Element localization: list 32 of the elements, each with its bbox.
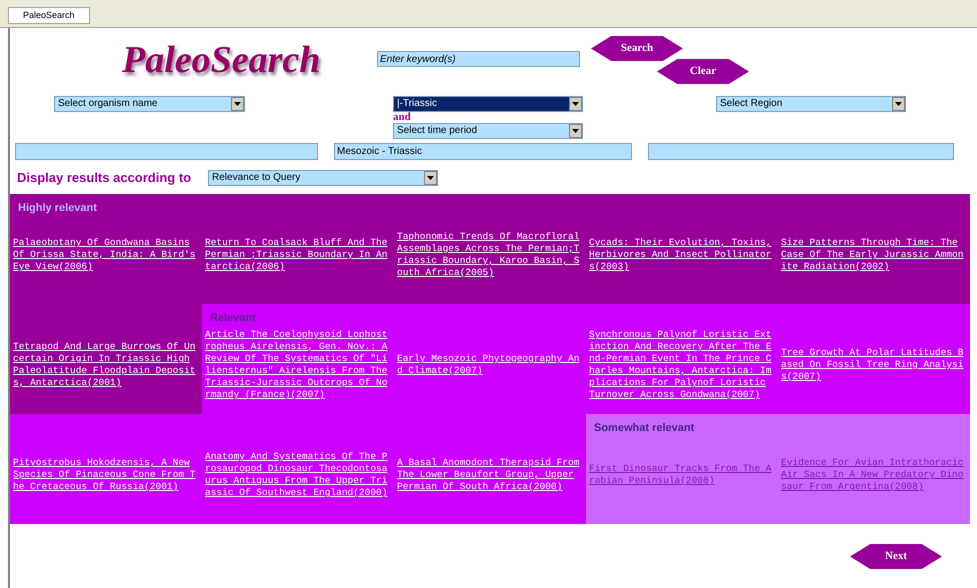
result-link[interactable]: Taphonomic Trends Of Macrofloral Assemblages Across The Permian;Triassic Boundary, Karoo Basin, South Africa(2005) xyxy=(397,231,583,279)
search-button[interactable]: Search xyxy=(591,36,683,61)
and-label: and xyxy=(393,112,412,123)
sort-label: Display results according to xyxy=(17,169,192,187)
result-link[interactable]: Early Mesozoic Phytogeography And Climate(2007) xyxy=(397,353,583,377)
relevance-heading: Highly relevant xyxy=(17,200,97,216)
result-link[interactable]: Pityostrobus Hokodzensis, A New Species Of Pinaceous Cone From The Cretaceous Of Russia(2001) xyxy=(13,457,199,493)
keyword-field[interactable]: Enter keyword(s) xyxy=(377,51,580,67)
result-link[interactable]: Cycads: Their Evolution, Toxins, Herbivores And Insect Pollinators(2003) xyxy=(589,237,775,273)
dropdown[interactable]: Select organism name xyxy=(54,96,245,112)
logo: PaleoSearch xyxy=(122,40,322,80)
text-field[interactable]: Mesozoic - Triassic xyxy=(334,143,632,160)
relevance-heading: Relevant xyxy=(209,310,256,326)
result-link[interactable]: Tree Growth At Polar Latitudes Based On Fossil Tree Ring Analysis(2007) xyxy=(781,347,967,383)
dropdown[interactable]: Select Region xyxy=(716,96,906,112)
result-link[interactable]: Tetrapod And Large Burrows Of Uncertain Origin In Triassic High Paleolatitude Floodplain Deposits, Antarctica(2001) xyxy=(13,341,199,389)
text-field[interactable] xyxy=(648,143,954,160)
result-link[interactable]: Article The Coelophysoid Lophostropheus Airelensis, Gen. Nov.: A Review Of The Systematics Of "Liliensternus" Airelensis From The Triassic-Jurassic Outcrops Of Normandy (France)(2007) xyxy=(205,329,391,401)
result-link[interactable]: Palaeobotany Of Gondwana Basins Of Orissa State, India: A Bird's Eye View(2006) xyxy=(13,237,199,273)
result-link[interactable]: A Basal Anomodont Therapsid From The Lower Beaufort Group, Upper Permian Of South Africa(2000) xyxy=(397,457,583,493)
text-field[interactable] xyxy=(15,143,318,160)
next-button[interactable]: Next xyxy=(850,544,942,569)
result-link[interactable]: Size Patterns Through Time: The Case Of The Early Jurassic Ammonite Radiation(2002) xyxy=(781,237,967,273)
dropdown[interactable]: Relevance to Query xyxy=(208,170,438,186)
tab[interactable]: PaleoSearch xyxy=(8,7,90,24)
result-link[interactable]: Anatomy And Systematics Of The Prosauropod Dinosaur Thecodontosaurus Antiquus From The Upper Triassic Of Southwest England(2000) xyxy=(205,451,391,499)
result-link[interactable]: Synchronous Palynof Loristic Extinction And Recovery After The End-Permian Event In The Prince Charles Mountains, Antarctica: Implications For Palynof Loristic Turnover Across Gondwana(2007) xyxy=(589,329,775,401)
dropdown[interactable]: Select time period xyxy=(393,123,583,139)
clear-button[interactable]: Clear xyxy=(657,59,749,84)
result-link[interactable]: Return To Coalsack Bluff And The Permian ;Triassic Boundary In Antarctica(2006) xyxy=(205,237,391,273)
dropdown[interactable]: |-Triassic xyxy=(393,96,583,112)
relevance-heading: Somewhat relevant xyxy=(593,420,694,436)
